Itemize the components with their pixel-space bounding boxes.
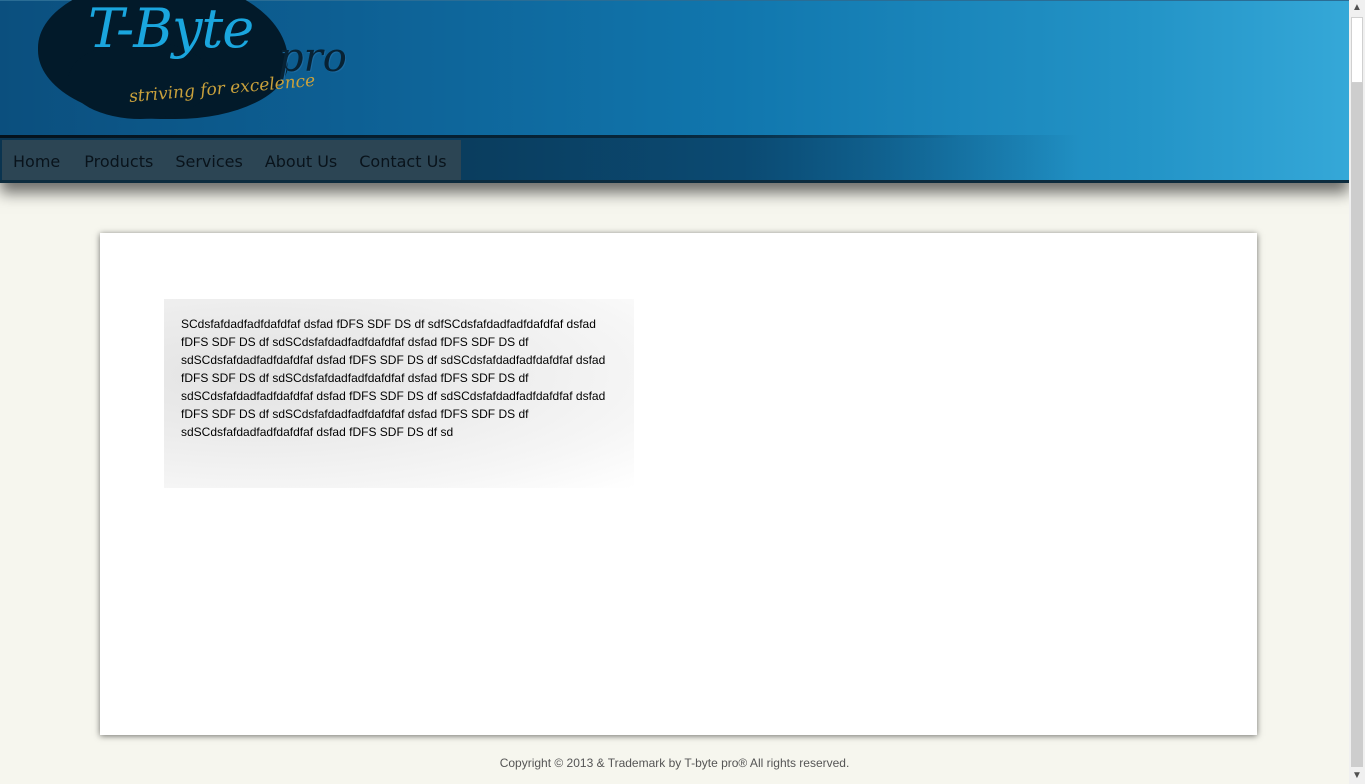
page: T-Byte pro striving for excelence Home P… <box>0 0 1349 784</box>
nav-item-home[interactable]: Home <box>2 152 73 171</box>
nav-item-products[interactable]: Products <box>73 152 164 171</box>
text-box: SCdsfafdadfadfdafdfaf dsfad fDFS SDF DS … <box>164 299 634 488</box>
vertical-scrollbar[interactable]: ▲ ▼ <box>1349 0 1365 784</box>
site-logo[interactable]: T-Byte pro striving for excelence <box>38 0 368 119</box>
nav-item-about-us[interactable]: About Us <box>254 152 348 171</box>
content-paragraph: SCdsfafdadfadfdafdfaf dsfad fDFS SDF DS … <box>181 317 606 439</box>
footer-copyright: Copyright © 2013 & Trademark by T-byte p… <box>499 756 850 770</box>
nav-item-contact-us[interactable]: Contact Us <box>348 152 457 171</box>
nav-item-services[interactable]: Services <box>164 152 253 171</box>
scrollbar-thumb[interactable] <box>1351 17 1363 83</box>
scroll-down-icon[interactable]: ▼ <box>1349 768 1365 784</box>
scrollbar-track[interactable] <box>1351 83 1363 767</box>
main-nav: Home Products Services About Us Contact … <box>2 140 461 182</box>
content-card: SCdsfafdadfadfdafdfaf dsfad fDFS SDF DS … <box>100 233 1257 735</box>
site-header: T-Byte pro striving for excelence Home P… <box>0 0 1349 183</box>
logo-brand-name: T-Byte <box>88 0 254 60</box>
scroll-up-icon[interactable]: ▲ <box>1349 0 1365 16</box>
